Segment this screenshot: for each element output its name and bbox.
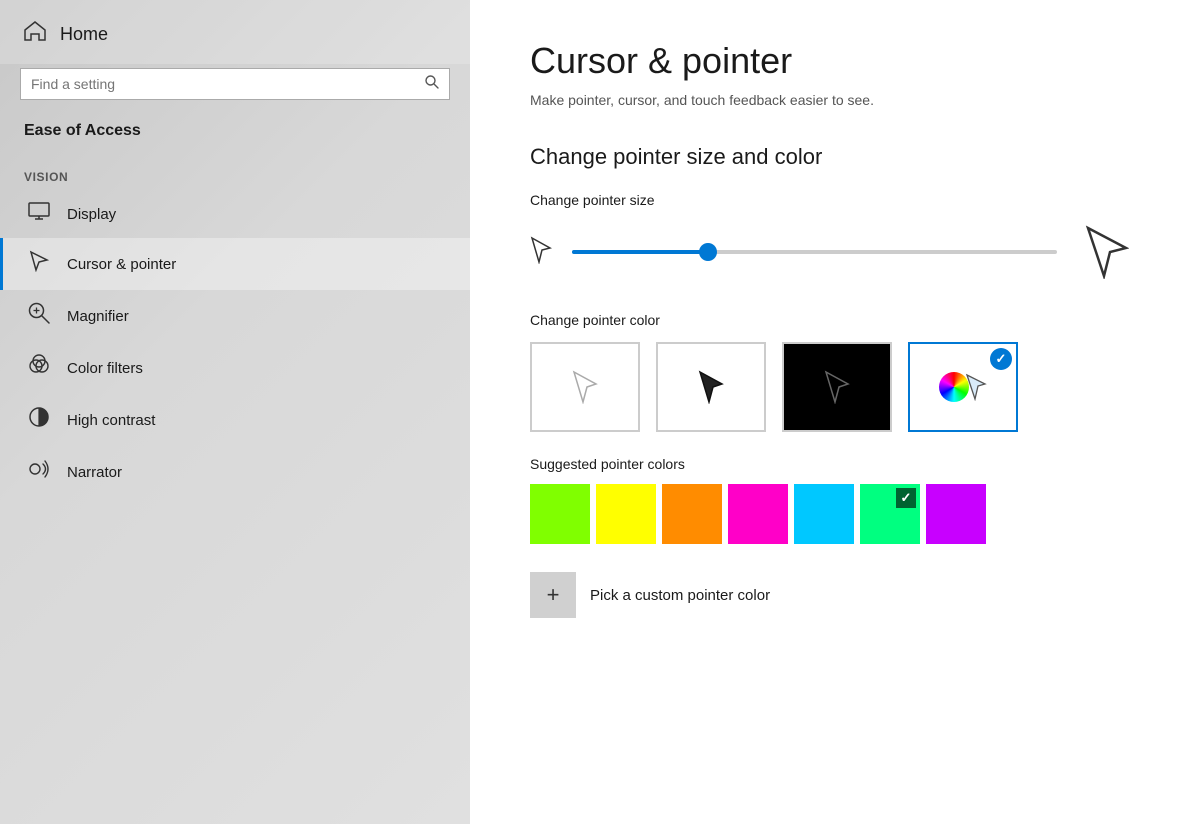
page-title: Cursor & pointer xyxy=(530,40,1137,82)
small-cursor-icon xyxy=(530,236,552,269)
magnifier-icon xyxy=(27,302,51,330)
sidebar-item-cursor-pointer[interactable]: Cursor & pointer xyxy=(0,238,470,290)
selected-checkmark: ✓ xyxy=(990,348,1012,370)
sidebar: Home Ease of Access Vision Display xyxy=(0,0,470,824)
sidebar-item-color-filters[interactable]: Color filters xyxy=(0,342,470,394)
slider-track xyxy=(572,250,1057,254)
search-box xyxy=(20,68,450,100)
swatch-lime[interactable] xyxy=(530,484,590,544)
vision-section-label: Vision xyxy=(0,156,470,190)
cursor-pointer-label: Cursor & pointer xyxy=(67,256,176,273)
pointer-size-slider[interactable] xyxy=(572,242,1057,262)
page-subtitle: Make pointer, cursor, and touch feedback… xyxy=(530,92,1137,108)
suggested-colors-label: Suggested pointer colors xyxy=(530,456,1137,472)
search-box-wrap xyxy=(0,64,470,116)
sidebar-item-high-contrast[interactable]: High contrast xyxy=(0,394,470,446)
color-option-black-bg[interactable] xyxy=(782,342,892,432)
narrator-label: Narrator xyxy=(67,464,122,481)
color-filters-icon xyxy=(27,354,51,382)
ease-of-access-label: Ease of Access xyxy=(0,116,470,156)
high-contrast-label: High contrast xyxy=(67,412,155,429)
swatch-purple[interactable] xyxy=(926,484,986,544)
sidebar-item-display[interactable]: Display xyxy=(0,190,470,238)
large-cursor-preview xyxy=(1077,222,1137,282)
color-option-white[interactable] xyxy=(530,342,640,432)
narrator-icon xyxy=(27,458,51,486)
color-options: ✓ xyxy=(530,342,1137,432)
pointer-color-label: Change pointer color xyxy=(530,312,1137,328)
swatch-orange[interactable] xyxy=(662,484,722,544)
custom-color-label: Pick a custom pointer color xyxy=(590,587,770,604)
color-option-black[interactable] xyxy=(656,342,766,432)
search-input[interactable] xyxy=(31,76,425,92)
sidebar-item-narrator[interactable]: Narrator xyxy=(0,446,470,498)
slider-thumb[interactable] xyxy=(699,243,717,261)
pointer-size-row xyxy=(530,222,1137,282)
swatch-cyan[interactable] xyxy=(794,484,854,544)
display-icon xyxy=(27,202,51,226)
swatch-yellow[interactable] xyxy=(596,484,656,544)
search-button[interactable] xyxy=(425,75,439,93)
home-icon xyxy=(24,20,46,48)
main-content: Cursor & pointer Make pointer, cursor, a… xyxy=(470,0,1197,824)
suggested-colors-row: ✓ xyxy=(530,484,1137,544)
swatch-magenta[interactable] xyxy=(728,484,788,544)
sidebar-item-magnifier[interactable]: Magnifier xyxy=(0,290,470,342)
sidebar-home-button[interactable]: Home xyxy=(0,0,470,64)
section-title: Change pointer size and color xyxy=(530,144,1137,170)
color-option-custom[interactable]: ✓ xyxy=(908,342,1018,432)
high-contrast-icon xyxy=(27,406,51,434)
home-label: Home xyxy=(60,24,108,45)
custom-color-row: + Pick a custom pointer color xyxy=(530,566,1137,624)
color-filters-label: Color filters xyxy=(67,360,143,377)
custom-color-button[interactable]: + xyxy=(530,572,576,618)
display-label: Display xyxy=(67,206,116,223)
cursor-icon xyxy=(27,250,51,278)
swatch-green[interactable]: ✓ xyxy=(860,484,920,544)
plus-icon: + xyxy=(547,582,560,608)
pointer-size-label: Change pointer size xyxy=(530,192,1137,208)
slider-fill xyxy=(572,250,708,254)
magnifier-label: Magnifier xyxy=(67,308,129,325)
